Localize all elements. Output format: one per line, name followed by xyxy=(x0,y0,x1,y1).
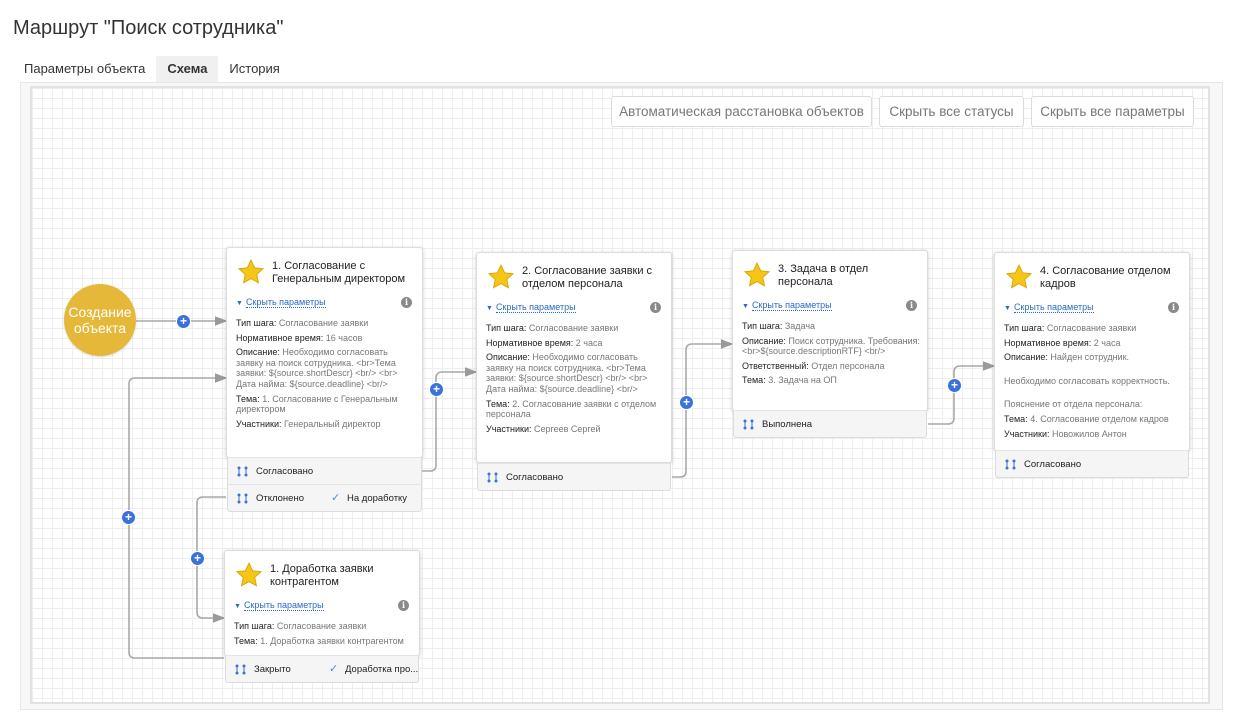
page-title: Маршрут "Поиск сотрудника" xyxy=(13,17,284,39)
info-icon[interactable]: i xyxy=(398,600,409,611)
add-step-plus-icon[interactable]: + xyxy=(680,396,693,409)
star-icon xyxy=(487,264,515,289)
checkmark-icon: ✓ xyxy=(331,492,341,504)
outcome-row[interactable]: Выполнена xyxy=(734,410,926,437)
star-icon xyxy=(1005,264,1033,289)
outcome-row[interactable]: Отклонено ✓ На доработку xyxy=(228,484,421,511)
step-outcomes: Согласовано Отклонено ✓ На доработку xyxy=(227,457,422,512)
step-outcomes: Согласовано xyxy=(995,450,1189,478)
triangle-down-icon: ▼ xyxy=(236,300,243,307)
param-row: Тип шага: Задача xyxy=(742,321,816,331)
param-row: Ответственный: Отдел персонала xyxy=(742,360,885,371)
param-row: Пояснение от отдела персонала: xyxy=(1004,399,1143,410)
info-icon[interactable]: i xyxy=(1168,302,1179,313)
step-params: Тип шага: Задача Описание: Поиск сотрудн… xyxy=(742,321,921,390)
param-row: Тема: 2. Согласование заявки с отделом п… xyxy=(486,398,657,420)
step-title: 1. Согласование с Генеральным директором xyxy=(272,260,406,285)
tab-history[interactable]: История xyxy=(218,56,290,82)
outcome-icon xyxy=(235,664,246,675)
outcome-row[interactable]: Закрыто ✓ Доработка про... xyxy=(226,655,418,682)
hide-params-link[interactable]: ▼ Скрыть параметры xyxy=(236,297,326,310)
param-row: Тема: 4. Согласование отделом кадров xyxy=(1004,413,1169,424)
start-node-create-object[interactable]: Создание объекта xyxy=(64,284,136,356)
tab-object-params[interactable]: Параметры объекта xyxy=(13,56,156,82)
triangle-down-icon: ▼ xyxy=(742,303,749,310)
param-row: Описание: Найден сотрудник. xyxy=(1004,352,1130,363)
param-row: Тема: 1. Согласование с Генеральным дире… xyxy=(236,393,398,415)
add-step-plus-icon[interactable]: + xyxy=(177,315,190,328)
param-row: Описание: Необходимо согласовать заявку … xyxy=(486,352,648,394)
info-icon[interactable]: i xyxy=(906,300,917,311)
triangle-down-icon: ▼ xyxy=(234,603,241,610)
route-step-card[interactable]: 1. Доработка заявки контрагентом ▼ Скрыть… xyxy=(224,550,420,656)
outcome-row[interactable]: Согласовано xyxy=(478,463,670,490)
param-row: Участники: Новожилов Антон xyxy=(1004,428,1127,439)
info-icon[interactable]: i xyxy=(401,297,412,308)
step-params: Тип шага: Согласование заявки Тема: 1. Д… xyxy=(234,621,413,650)
step-outcomes: Согласовано xyxy=(477,463,671,491)
star-icon xyxy=(235,562,263,587)
route-step-card[interactable]: 3. Задача в отдел персонала ▼ Скрыть пара… xyxy=(732,250,928,411)
step-outcomes: Выполнена xyxy=(733,410,927,438)
outcome-icon xyxy=(237,466,248,477)
step-title: 1. Доработка заявки контрагентом xyxy=(270,563,374,588)
step-params: Тип шага: Согласование заявки Нормативно… xyxy=(236,318,416,433)
hide-params-link[interactable]: ▼ Скрыть параметры xyxy=(234,600,324,613)
route-step-card[interactable]: 2. Согласование заявки с отделом персона… xyxy=(476,252,672,463)
add-step-plus-icon[interactable]: + xyxy=(122,511,135,524)
outcome-icon xyxy=(1005,459,1016,470)
step-params: Тип шага: Согласование заявки Нормативно… xyxy=(486,323,665,438)
param-row: Нормативное время: 2 часа xyxy=(1004,337,1121,348)
hide-params-link[interactable]: ▼ Скрыть параметры xyxy=(1004,302,1094,315)
outcome-row[interactable]: Согласовано xyxy=(228,457,421,484)
param-row: Тип шага: Согласование заявки xyxy=(486,323,619,333)
step-title: 3. Задача в отдел персонала xyxy=(778,263,869,288)
add-step-plus-icon[interactable]: + xyxy=(430,383,443,396)
hide-params-link[interactable]: ▼ Скрыть параметры xyxy=(742,300,832,313)
star-icon xyxy=(743,262,771,287)
param-row: Участники: Сергеев Сергей xyxy=(486,423,601,434)
step-title: 2. Согласование заявки с отделом персона… xyxy=(522,265,653,290)
checkmark-icon: ✓ xyxy=(329,663,339,675)
param-row: Тема: 3. Задача на ОП xyxy=(742,375,837,386)
param-row: Тема: 1. Доработка заявки контрагентом xyxy=(234,635,404,646)
step-outcomes: Закрыто ✓ Доработка про... xyxy=(225,655,419,683)
step-title: 4. Согласование отделом кадров xyxy=(1040,265,1171,290)
param-row: Нормативное время: 16 часов xyxy=(236,332,363,343)
route-step-card[interactable]: 1. Согласование с Генеральным директором… xyxy=(226,247,423,458)
auto-arrange-button[interactable]: Автоматическая расстановка объектов xyxy=(611,96,872,127)
star-icon xyxy=(237,259,265,284)
tab-schema[interactable]: Схема xyxy=(156,56,219,82)
outcome-icon xyxy=(743,419,754,430)
step-params: Тип шага: Согласование заявки Нормативно… xyxy=(1004,323,1183,443)
hide-params-button[interactable]: Скрыть все параметры xyxy=(1031,96,1194,127)
route-step-card[interactable]: 4. Согласование отделом кадров ▼ Скрыть п… xyxy=(994,252,1190,451)
outcome-icon xyxy=(237,493,248,504)
info-icon[interactable]: i xyxy=(650,302,661,313)
triangle-down-icon: ▼ xyxy=(486,305,493,312)
outcome-row[interactable]: Согласовано xyxy=(996,450,1188,477)
param-row: Участники: Генеральный директор xyxy=(236,418,381,429)
outcome-icon xyxy=(487,472,498,483)
tab-bar: Параметры объекта Схема История xyxy=(13,56,291,82)
param-row: Необходимо согласовать корректность. xyxy=(1004,375,1170,386)
param-row: Описание: Необходимо согласовать заявку … xyxy=(236,347,398,389)
hide-statuses-button[interactable]: Скрыть все статусы xyxy=(879,96,1024,127)
add-step-plus-icon[interactable]: + xyxy=(191,552,204,565)
param-row: Тип шага: Согласование заявки xyxy=(236,318,369,328)
triangle-down-icon: ▼ xyxy=(1004,305,1011,312)
param-row: Описание: Поиск сотрудника. Требования: … xyxy=(742,335,921,357)
param-row: Нормативное время: 2 часа xyxy=(486,337,603,348)
hide-params-link[interactable]: ▼ Скрыть параметры xyxy=(486,302,576,315)
param-row: Тип шага: Согласование заявки xyxy=(234,621,367,631)
param-row: Тип шага: Согласование заявки xyxy=(1004,323,1137,333)
add-step-plus-icon[interactable]: + xyxy=(948,379,961,392)
